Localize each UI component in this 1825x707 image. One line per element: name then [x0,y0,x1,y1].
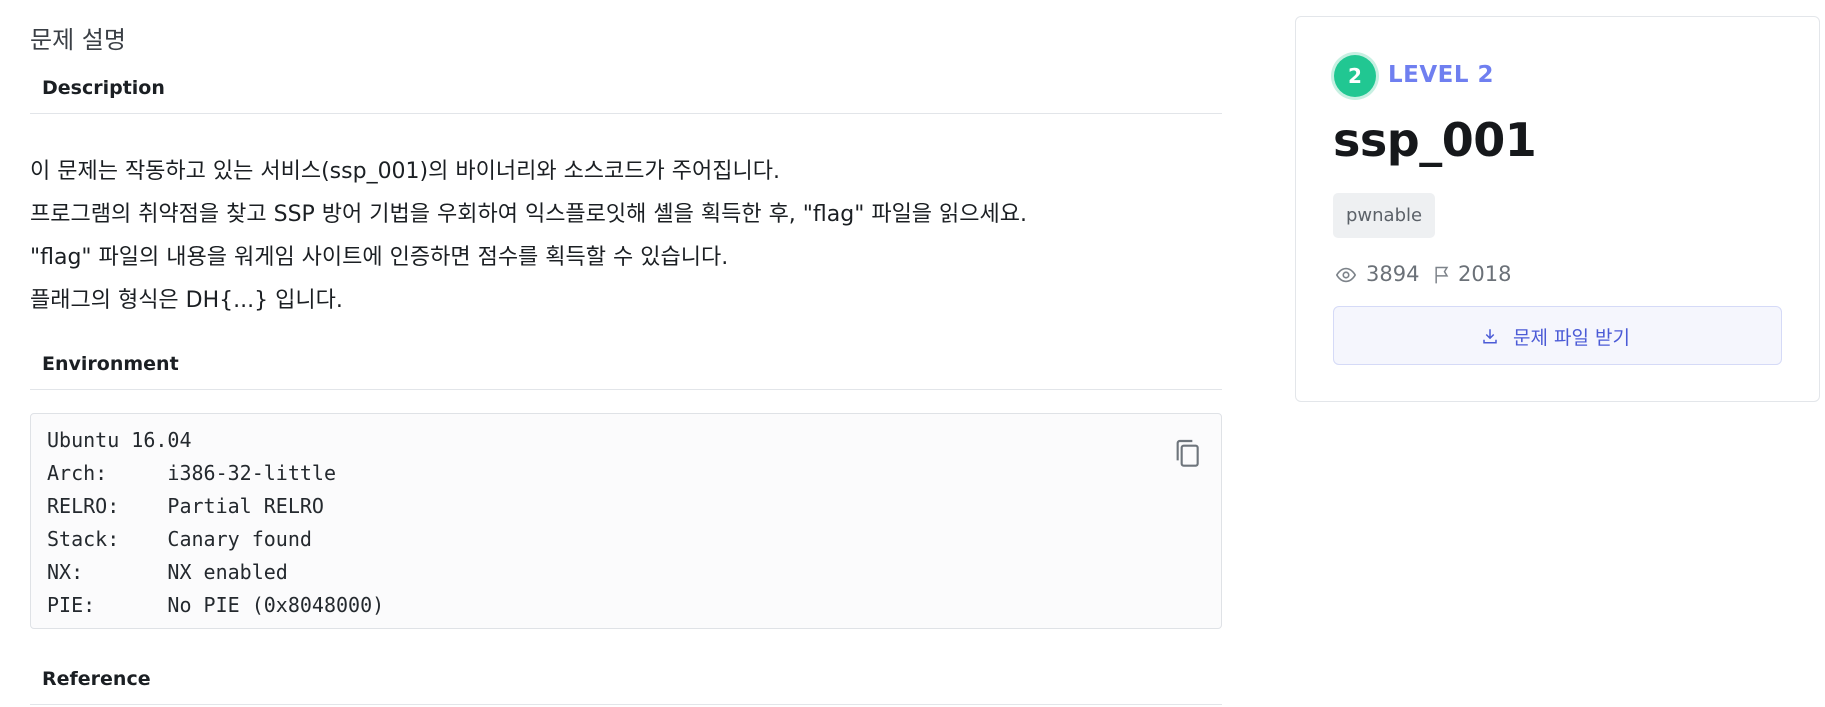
environment-code[interactable]: Ubuntu 16.04 Arch: i386-32-little RELRO:… [47,424,384,622]
description-line: "flag" 파일의 내용을 워게임 사이트에 인증하면 점수를 획득할 수 있… [30,245,729,270]
description-section-header: Description [30,64,1222,114]
level-badge: 2 [1334,55,1376,97]
page-title: 문제 설명 [30,26,126,54]
download-files-button[interactable]: 문제 파일 받기 [1333,306,1782,365]
environment-code-block[interactable]: Ubuntu 16.04 Arch: i386-32-little RELRO:… [30,413,1222,629]
download-icon [1483,329,1497,344]
download-button-label[interactable]: 문제 파일 받기 [1513,323,1630,350]
environment-heading: Environment [42,353,179,375]
description-line: 플래그의 형식은 DH{...} 입니다. [30,288,343,313]
solves-count: 2018 [1458,262,1512,286]
environment-section-header: Environment [30,340,1222,390]
eye-icon [1335,267,1357,283]
category-tag[interactable]: pwnable [1333,193,1436,238]
description-body: 이 문제는 작동하고 있는 서비스(ssp_001)의 바이너리와 소스코드가 … [30,150,1027,322]
description-heading: Description [42,77,165,99]
views-count: 3894 [1366,262,1420,286]
reference-section-header: Reference [30,655,1222,705]
description-line: 프로그램의 취약점을 찾고 SSP 방어 기법을 우회하여 익스플로잇해 셸을 … [30,202,1027,227]
reference-heading: Reference [42,668,151,690]
description-line: 이 문제는 작동하고 있는 서비스(ssp_001)의 바이너리와 소스코드가 … [30,159,780,184]
copy-icon[interactable] [1171,436,1203,470]
problem-title: ssp_001 [1333,113,1537,167]
level-label: LEVEL 2 [1388,62,1495,88]
flag-icon [1435,266,1449,284]
problem-info-card: 2 LEVEL 2 ssp_001 pwnable 3894 2018 문제 파… [1295,16,1820,402]
